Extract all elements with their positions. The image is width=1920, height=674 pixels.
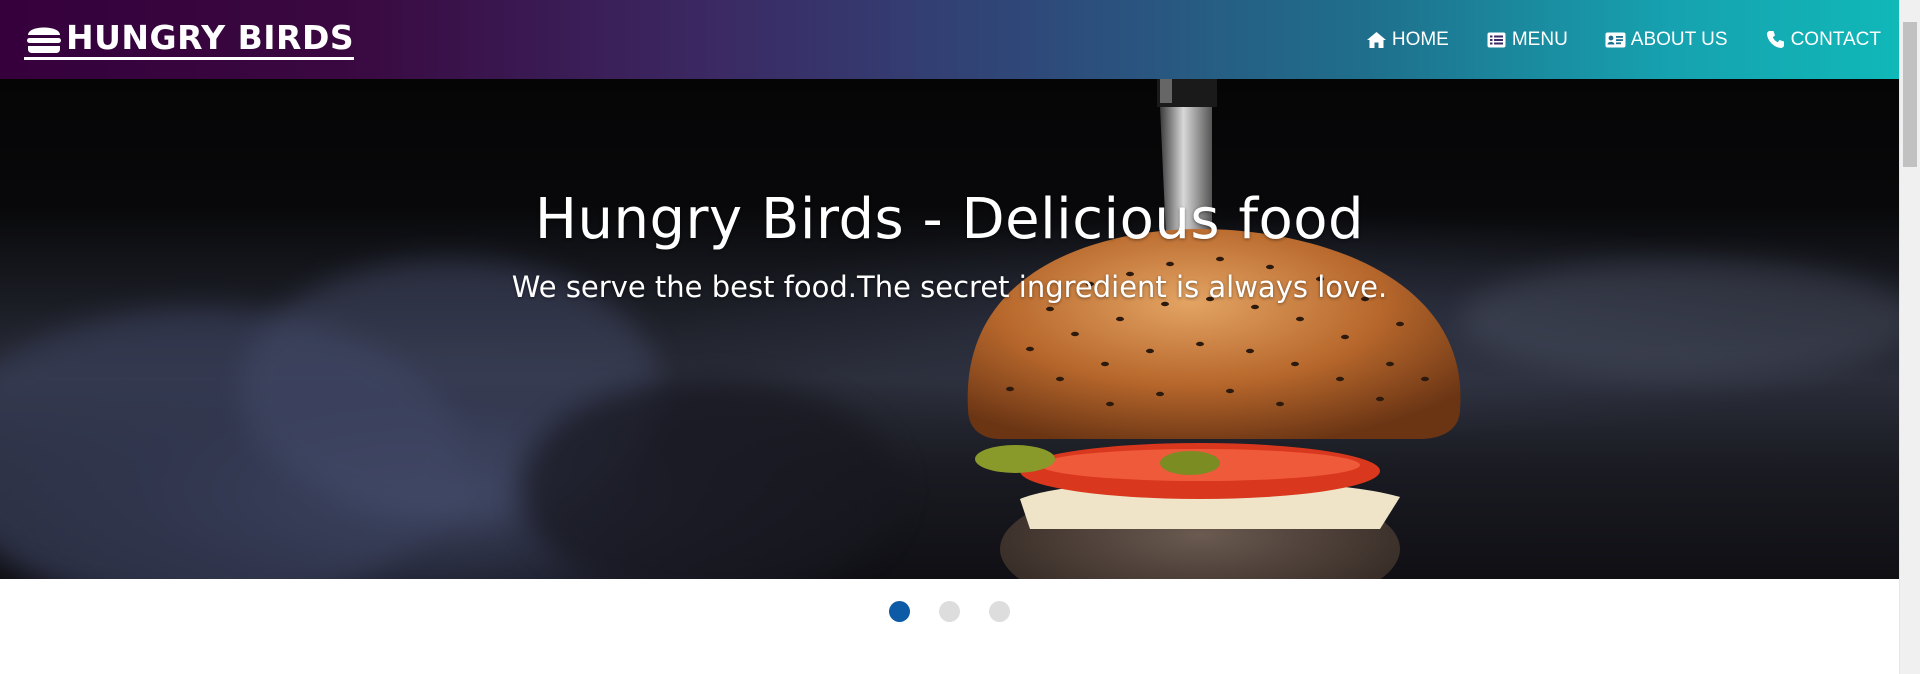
carousel-indicator-1[interactable]: [889, 601, 910, 622]
scrollbar-thumb[interactable]: [1903, 22, 1917, 167]
phone-icon: [1765, 30, 1787, 50]
id-card-icon: [1605, 30, 1627, 50]
hero-subtitle: We serve the best food.The secret ingred…: [511, 270, 1388, 304]
nav-label-about: ABOUT US: [1630, 28, 1728, 50]
brand-name: HUNGRY BIRDS: [66, 18, 355, 57]
brand-link[interactable]: HUNGRY BIRDS: [24, 18, 355, 60]
nav-item-contact[interactable]: CONTACT: [1765, 29, 1881, 51]
carousel-indicator-3[interactable]: [989, 601, 1010, 622]
nav-item-home[interactable]: HOME: [1366, 29, 1449, 51]
hero-title: Hungry Birds - Delicious food: [534, 187, 1365, 252]
burger-icon: [24, 20, 64, 56]
burger-image: [967, 79, 1461, 579]
list-icon: [1486, 30, 1508, 50]
hero-carousel: Hungry Birds - Delicious food We serve t…: [0, 79, 1899, 579]
nav-item-about[interactable]: ABOUT US: [1605, 29, 1728, 51]
nav-item-menu[interactable]: MENU: [1486, 29, 1568, 51]
home-icon: [1366, 30, 1388, 50]
top-navbar: HUNGRY BIRDS HOME MENU ABOUT US CONTACT: [0, 0, 1899, 79]
nav-label-contact: CONTACT: [1790, 28, 1881, 50]
carousel-indicator-2[interactable]: [939, 601, 960, 622]
carousel-indicators: [0, 601, 1899, 622]
nav-label-menu: MENU: [1511, 28, 1568, 50]
page-scrollbar[interactable]: [1899, 0, 1920, 674]
page: HUNGRY BIRDS HOME MENU ABOUT US CONTACT …: [0, 0, 1920, 674]
nav-label-home: HOME: [1391, 28, 1449, 50]
main-nav: HOME MENU ABOUT US CONTACT: [1329, 0, 1881, 79]
